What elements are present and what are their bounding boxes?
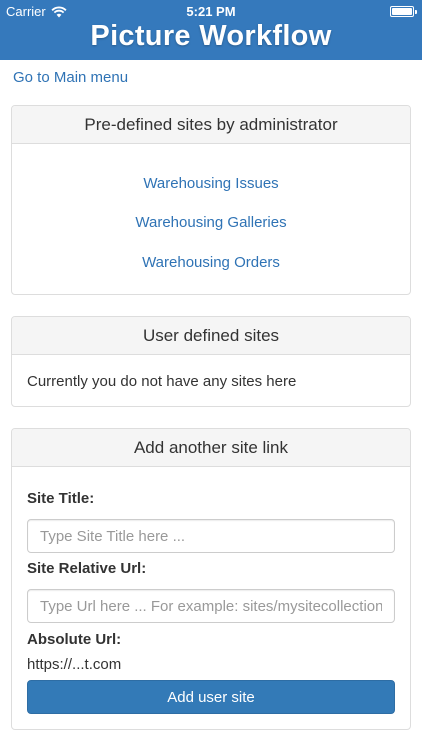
add-site-heading: Add another site link bbox=[12, 429, 410, 467]
site-title-input[interactable] bbox=[27, 519, 395, 553]
page-title: Picture Workflow bbox=[90, 20, 332, 52]
absolute-url-value: https://...t.com bbox=[27, 656, 122, 673]
status-time: 5:21 PM bbox=[186, 4, 236, 19]
user-sites-panel: User defined sites Currently you do not … bbox=[11, 316, 411, 407]
site-link-warehousing-orders[interactable]: Warehousing Orders bbox=[12, 254, 410, 271]
app-header: Carrier 5:21 PM Picture Workflow bbox=[0, 0, 422, 60]
site-title-label: Site Title: bbox=[27, 490, 95, 507]
add-user-site-button[interactable]: Add user site bbox=[27, 680, 395, 714]
site-link-warehousing-issues[interactable]: Warehousing Issues bbox=[12, 175, 410, 192]
empty-sites-message: Currently you do not have any sites here bbox=[27, 373, 297, 390]
user-sites-heading: User defined sites bbox=[12, 317, 410, 355]
absolute-url-label: Absolute Url: bbox=[27, 631, 122, 648]
add-site-panel: Add another site link Site Title: Site R… bbox=[11, 428, 411, 730]
battery-icon bbox=[390, 6, 417, 17]
predefined-sites-heading: Pre-defined sites by administrator bbox=[12, 106, 410, 144]
main-menu-link[interactable]: Go to Main menu bbox=[13, 69, 128, 86]
site-link-warehousing-galleries[interactable]: Warehousing Galleries bbox=[12, 214, 410, 231]
status-bar: Carrier 5:21 PM bbox=[0, 0, 422, 22]
site-url-label: Site Relative Url: bbox=[27, 560, 147, 577]
predefined-sites-panel: Pre-defined sites by administrator Wareh… bbox=[11, 105, 411, 295]
site-url-input[interactable] bbox=[27, 589, 395, 623]
